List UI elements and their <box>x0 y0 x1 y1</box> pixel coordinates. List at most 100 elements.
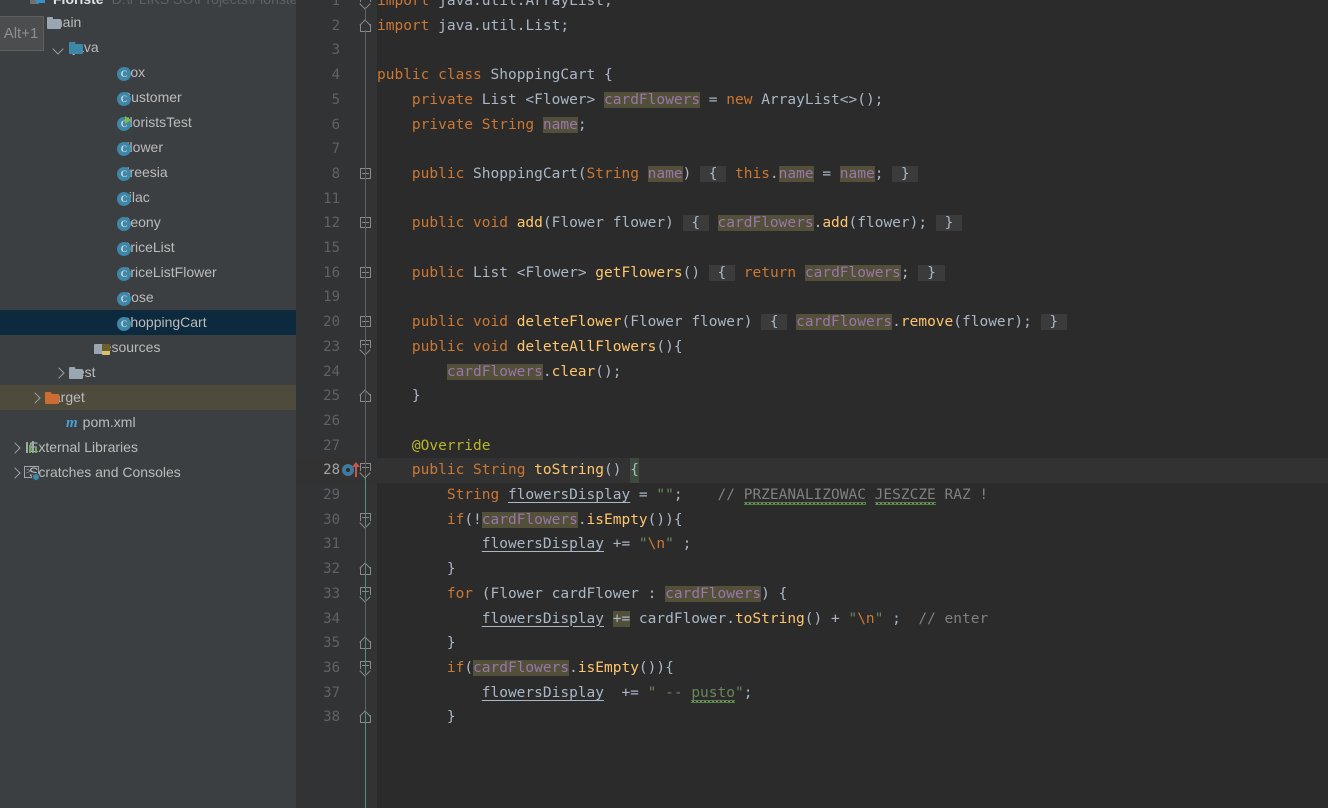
code-line[interactable]: private String name; <box>377 113 587 138</box>
java-class-icon: C <box>116 140 131 156</box>
code-line[interactable]: @Override <box>377 434 491 459</box>
fold-region-end-icon[interactable] <box>360 635 373 650</box>
code-line[interactable]: private List <Flower> cardFlowers = new … <box>377 88 883 113</box>
tree-item-box[interactable]: C Box <box>0 60 296 85</box>
tree-item-resources[interactable]: resources <box>0 335 296 360</box>
fold-expand-icon[interactable] <box>360 167 373 181</box>
code-line[interactable]: cardFlowers.clear(); <box>377 360 621 385</box>
line-number: 8 <box>331 165 340 182</box>
project-tree[interactable]: main java C Box C Customer C FloristsTest C Flowe… <box>0 10 296 485</box>
code-line[interactable]: public void deleteFlower(Flower flower) … <box>377 310 1067 335</box>
tree-item-pricelist[interactable]: C PriceList <box>0 235 296 260</box>
code-line[interactable]: flowersDisplay += " -- pusto"; <box>377 681 752 706</box>
code-line[interactable]: } <box>377 705 456 730</box>
fold-collapse-icon[interactable] <box>360 339 373 354</box>
tree-item-scratches-and-consoles[interactable]: Scratches and Consoles <box>0 460 296 485</box>
tree-item-main[interactable]: main <box>0 10 296 35</box>
fold-collapse-icon[interactable] <box>360 512 373 527</box>
line-number: 24 <box>323 363 340 380</box>
line-number: 19 <box>323 289 340 306</box>
chevron-right-icon[interactable] <box>28 391 41 404</box>
tree-item-freesia[interactable]: C Freesia <box>0 160 296 185</box>
fold-region-end-icon[interactable] <box>360 388 373 403</box>
java-class-icon: C <box>116 190 131 206</box>
code-line[interactable]: public String toString() { <box>377 458 639 483</box>
code-line[interactable]: public class ShoppingCart { <box>377 63 613 88</box>
line-number: 23 <box>323 338 340 355</box>
line-number: 20 <box>323 314 340 331</box>
chevron-right-icon[interactable] <box>8 441 21 454</box>
editor-code-area[interactable]: 1 import java.util.ArrayList; 2 import java… <box>296 0 1328 808</box>
fold-region-end-icon[interactable] <box>360 709 373 724</box>
tree-item-external-libraries[interactable]: External Libraries <box>0 435 296 460</box>
tree-item-label: ShoppingCart <box>121 314 207 330</box>
fold-expand-icon[interactable] <box>360 316 373 329</box>
code-line[interactable]: } <box>377 384 421 409</box>
fold-expand-icon[interactable] <box>360 217 373 230</box>
code-line[interactable]: if(!cardFlowers.isEmpty()){ <box>377 508 683 533</box>
chevron-right-icon[interactable] <box>8 466 21 479</box>
code-line[interactable]: public List <Flower> getFlowers() { retu… <box>377 261 945 286</box>
line-number: 27 <box>323 437 340 454</box>
code-editor[interactable]: 1 import java.util.ArrayList; 2 import java… <box>296 0 1328 808</box>
fold-region-end-icon[interactable] <box>360 18 373 32</box>
project-path: D:\PLIKS SO\Projects\Floriste <box>112 0 298 7</box>
java-class-icon: C <box>116 65 131 81</box>
project-tool-window[interactable]: main java C Box C Customer C FloristsTest C Flowe… <box>0 10 296 808</box>
tree-item-lilac[interactable]: C Lilac <box>0 185 296 210</box>
fold-connector-line <box>365 525 366 564</box>
code-line[interactable]: String flowersDisplay = ""; // PRZEANALI… <box>377 483 988 508</box>
code-line[interactable]: if(cardFlowers.isEmpty()){ <box>377 656 674 681</box>
tree-item-rose[interactable]: C Rose <box>0 285 296 310</box>
tree-item-shoppingcart[interactable]: C ShoppingCart <box>0 310 296 335</box>
line-number: 38 <box>323 709 340 726</box>
code-line[interactable]: flowersDisplay += "\n" ; <box>377 532 692 557</box>
project-app-icon <box>30 0 45 7</box>
line-number: 15 <box>323 240 340 256</box>
code-line[interactable]: import java.util.ArrayList; <box>377 0 613 14</box>
fold-collapse-icon[interactable] <box>360 463 373 477</box>
tree-item-floriststest[interactable]: C FloristsTest <box>0 110 296 135</box>
fold-region-end-icon[interactable] <box>360 561 373 576</box>
fold-connector-line <box>365 7 366 20</box>
tree-item-customer[interactable]: C Customer <box>0 85 296 110</box>
tree-item-java[interactable]: java <box>0 35 296 60</box>
code-line[interactable]: for (Flower cardFlower : cardFlowers) { <box>377 582 787 607</box>
chevron-right-icon[interactable] <box>52 366 65 379</box>
tree-item-pricelistflower[interactable]: C PriceListFlower <box>0 260 296 285</box>
fold-connector-line <box>365 352 366 391</box>
editor-fold-strip[interactable] <box>355 0 377 808</box>
line-number: 12 <box>323 215 340 232</box>
code-line[interactable]: flowersDisplay += cardFlower.toString() … <box>377 607 988 632</box>
tree-item-flower[interactable]: C Flower <box>0 135 296 160</box>
line-number: 33 <box>323 585 340 602</box>
fold-collapse-icon[interactable] <box>360 660 373 675</box>
tree-item-target[interactable]: target <box>0 385 296 410</box>
tree-item-test[interactable]: test <box>0 360 296 385</box>
tree-item-label: PriceListFlower <box>121 264 217 280</box>
tree-item-label: External Libraries <box>29 439 138 455</box>
code-line[interactable]: import java.util.List; <box>377 14 569 39</box>
code-line[interactable]: public void add(Flower flower) { cardFlo… <box>377 211 963 236</box>
tree-item-peony[interactable]: C Peony <box>0 210 296 235</box>
code-line[interactable]: public void deleteAllFlowers(){ <box>377 335 683 360</box>
line-number: 35 <box>323 635 340 652</box>
code-line[interactable]: } <box>377 631 456 656</box>
code-line[interactable]: public ShoppingCart(String name) { this.… <box>377 162 919 187</box>
java-class-icon: C <box>116 290 131 306</box>
line-number: 28 <box>323 462 340 479</box>
fold-collapse-icon[interactable] <box>360 0 373 8</box>
java-class-icon: C <box>116 315 131 331</box>
fold-expand-icon[interactable] <box>360 266 373 280</box>
fold-collapse-icon[interactable] <box>360 586 373 601</box>
tree-item-pom-xml[interactable]: m pom.xml <box>0 410 296 435</box>
chevron-down-icon[interactable] <box>52 41 65 54</box>
code-line[interactable]: } <box>377 557 456 582</box>
java-class-icon: C <box>116 215 131 231</box>
line-number: 29 <box>323 487 340 503</box>
